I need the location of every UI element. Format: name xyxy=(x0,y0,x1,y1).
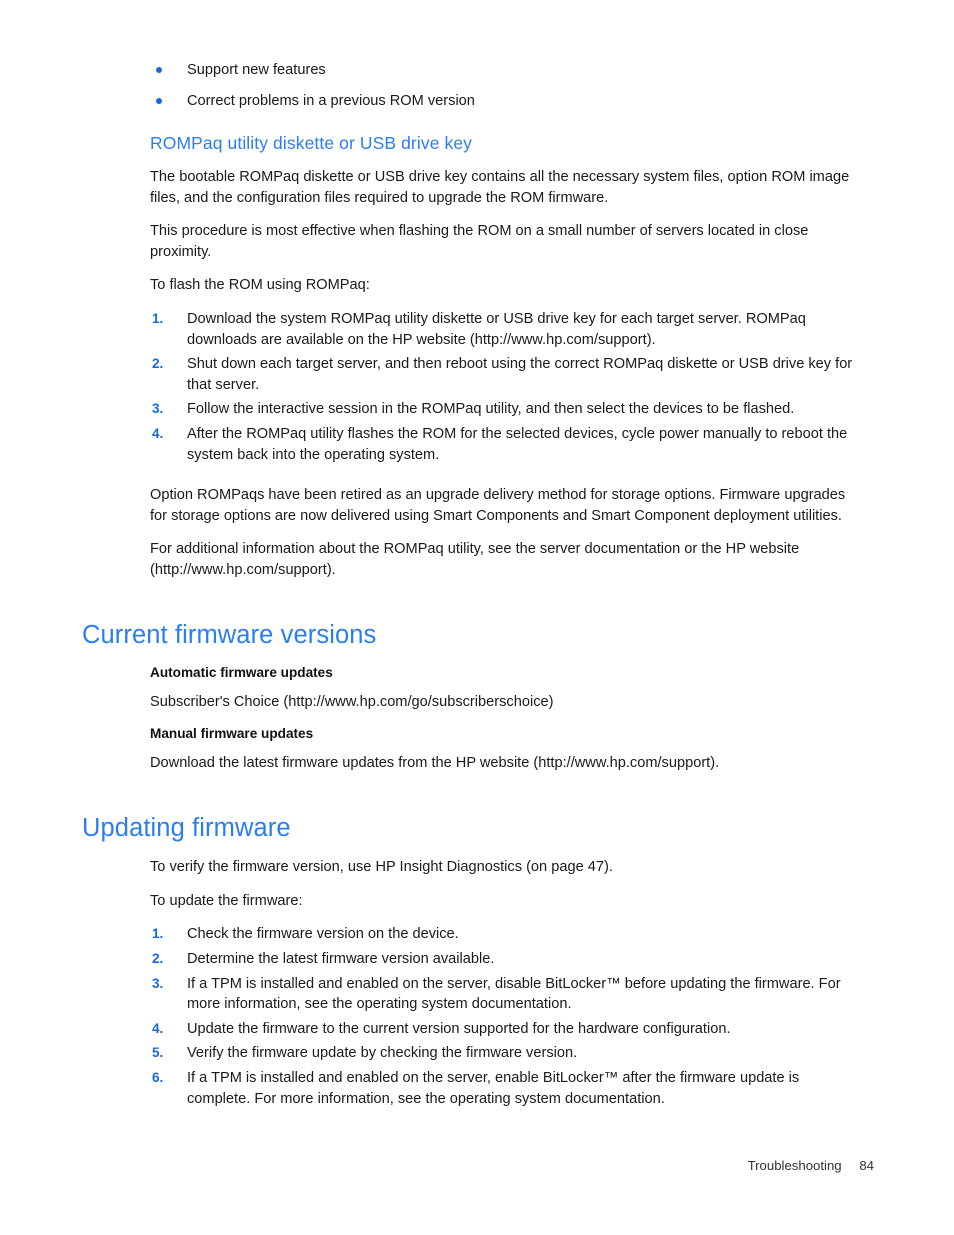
step-text: Download the system ROMPaq utility diske… xyxy=(187,311,806,348)
bullet-text: Correct problems in a previous ROM versi… xyxy=(187,92,475,109)
step-text: Verify the firmware update by checking t… xyxy=(187,1045,578,1062)
list-item: 6. If a TPM is installed and enabled on … xyxy=(150,1068,857,1109)
rompaq-lead-in: To flash the ROM using ROMPaq: xyxy=(150,277,370,294)
step-text: Update the firmware to the current versi… xyxy=(187,1020,731,1037)
footer-chapter-label: Troubleshooting xyxy=(747,1158,842,1173)
list-item: Support new features xyxy=(150,60,857,81)
automatic-firmware-text: Subscriber's Choice (http://www.hp.com/g… xyxy=(150,693,554,710)
bullet-dot-icon xyxy=(156,97,162,104)
document-page: Support new features Correct problems in… xyxy=(0,0,954,1235)
list-item: 4. After the ROMPaq utility flashes the … xyxy=(150,424,857,465)
step-text: If a TPM is installed and enabled on the… xyxy=(187,1070,800,1107)
bullet-dot-icon xyxy=(156,67,162,73)
list-item: 3. Follow the interactive session in the… xyxy=(150,399,857,420)
step-number: 2. xyxy=(152,951,164,967)
updating-step-list: 1. Check the firmware version on the dev… xyxy=(82,924,857,1109)
rompaq-paragraph-1: The bootable ROMPaq diskette or USB driv… xyxy=(150,169,850,206)
step-text: Check the firmware version on the device… xyxy=(187,926,459,943)
step-text: After the ROMPaq utility flashes the ROM… xyxy=(187,426,848,463)
step-number: 4. xyxy=(152,426,164,441)
step-number: 1. xyxy=(152,311,164,327)
manual-firmware-text: Download the latest firmware updates fro… xyxy=(150,755,720,772)
page-footer: Troubleshooting 84 xyxy=(0,1158,954,1173)
step-number: 4. xyxy=(152,1020,164,1036)
footer-page-number: 84 xyxy=(859,1158,874,1173)
updating-lead-in: To update the firmware: xyxy=(150,892,303,909)
updating-paragraph-1: To verify the firmware version, use HP I… xyxy=(150,859,613,876)
list-item: 2. Shut down each target server, and the… xyxy=(150,354,857,395)
heading-current-firmware-versions: Current firmware versions xyxy=(82,620,377,649)
step-number: 3. xyxy=(152,975,164,991)
bullet-text: Support new features xyxy=(187,62,326,78)
step-number: 1. xyxy=(152,926,164,942)
list-item: 3. If a TPM is installed and enabled on … xyxy=(150,974,857,1015)
step-number: 3. xyxy=(152,401,164,417)
list-item: 5. Verify the firmware update by checkin… xyxy=(150,1043,857,1064)
list-item: 1. Check the firmware version on the dev… xyxy=(150,924,857,945)
heading-updating-firmware: Updating firmware xyxy=(82,813,291,842)
heading-rompaq-utility: ROMPaq utility diskette or USB drive key xyxy=(150,133,473,154)
list-item: 1. Download the system ROMPaq utility di… xyxy=(150,309,857,350)
rompaq-step-list: 1. Download the system ROMPaq utility di… xyxy=(82,309,857,465)
step-text: Follow the interactive session in the RO… xyxy=(187,401,795,418)
intro-bullet-list: Support new features Correct problems in… xyxy=(82,60,857,111)
list-item: 4. Update the firmware to the current ve… xyxy=(150,1019,857,1040)
step-number: 5. xyxy=(152,1045,164,1061)
list-item: Correct problems in a previous ROM versi… xyxy=(150,91,857,112)
list-item: 2. Determine the latest firmware version… xyxy=(150,949,857,970)
step-number: 6. xyxy=(152,1070,164,1086)
rompaq-paragraph-3: Option ROMPaqs have been retired as an u… xyxy=(150,487,846,524)
step-text: Determine the latest firmware version av… xyxy=(187,951,495,968)
step-text: Shut down each target server, and then r… xyxy=(187,356,853,393)
step-text: If a TPM is installed and enabled on the… xyxy=(187,975,841,1013)
rompaq-paragraph-2: This procedure is most effective when fl… xyxy=(150,223,809,260)
step-number: 2. xyxy=(152,356,164,372)
heading-manual-firmware-updates: Manual firmware updates xyxy=(150,726,314,742)
heading-automatic-firmware-updates: Automatic firmware updates xyxy=(150,665,333,681)
rompaq-paragraph-4: For additional information about the ROM… xyxy=(150,541,800,578)
